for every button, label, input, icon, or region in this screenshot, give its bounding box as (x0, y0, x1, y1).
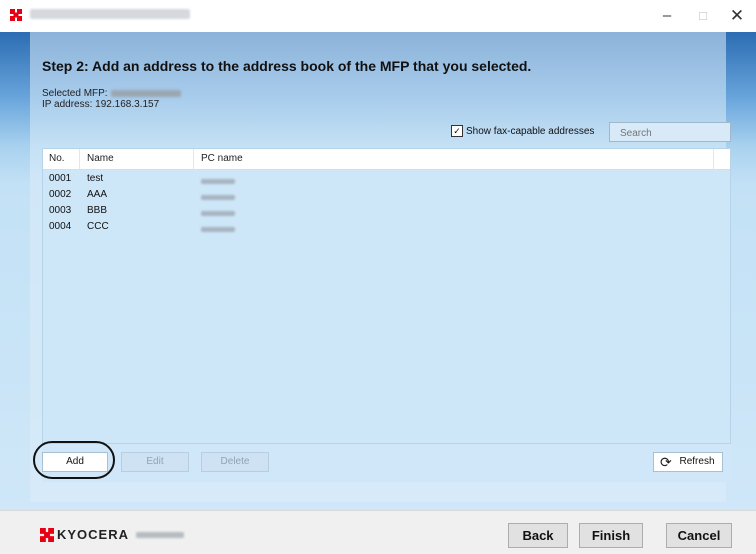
row-pc-name (201, 224, 235, 235)
version-text (136, 532, 184, 538)
close-button[interactable]: ✕ (718, 0, 756, 32)
column-header-no[interactable]: No. (49, 153, 65, 164)
minimize-button[interactable]: – (648, 0, 686, 32)
footer: KYOCERA Back Finish Cancel (0, 510, 756, 554)
row-name: AAA (87, 189, 108, 200)
row-pc-name (201, 208, 235, 219)
delete-button[interactable]: Delete (201, 452, 269, 472)
table-header: No. Name PC name (43, 149, 730, 170)
search-input[interactable] (609, 122, 731, 142)
row-name: BBB (87, 205, 108, 216)
kyocera-logo-icon (40, 527, 54, 542)
cancel-button[interactable]: Cancel (666, 523, 732, 548)
table-row[interactable]: 0001 test (43, 171, 730, 187)
row-no: 0001 (49, 173, 72, 184)
row-no: 0003 (49, 205, 72, 216)
column-divider (193, 149, 194, 169)
step-title: Step 2: Add an address to the address bo… (42, 58, 532, 74)
title-bar: – □ ✕ (0, 0, 756, 32)
column-divider (79, 149, 80, 169)
app-logo-icon (10, 9, 22, 21)
ip-address-label: IP address: 192.168.3.157 (42, 99, 160, 110)
row-no: 0002 (49, 189, 72, 200)
table-row[interactable]: 0003 BBB (43, 203, 730, 219)
table-row[interactable]: 0002 AAA (43, 187, 730, 203)
column-divider (713, 149, 714, 169)
table-row[interactable]: 0004 CCC (43, 219, 730, 235)
back-button[interactable]: Back (508, 523, 568, 548)
checkmark-icon: ✓ (451, 125, 463, 137)
refresh-label: Refresh (679, 456, 715, 467)
refresh-button[interactable]: ⟳ Refresh (653, 452, 723, 472)
refresh-icon: ⟳ (660, 454, 672, 470)
row-pc-name (201, 176, 235, 187)
highlight-ring (33, 441, 115, 479)
column-header-name[interactable]: Name (87, 153, 114, 164)
selected-mfp-line: Selected MFP: (42, 88, 181, 99)
address-table[interactable]: No. Name PC name 0001 test 0002 AAA 0003… (42, 148, 731, 444)
window-title (30, 9, 190, 19)
selected-mfp-label: Selected MFP: (42, 88, 108, 99)
row-name: CCC (87, 221, 109, 232)
selected-mfp-value (110, 89, 181, 97)
show-fax-checkbox[interactable]: ✓ Show fax-capable addresses (451, 125, 594, 137)
brand-logo: KYOCERA (40, 527, 129, 542)
row-no: 0004 (49, 221, 72, 232)
row-pc-name (201, 192, 235, 203)
column-header-pc-name[interactable]: PC name (201, 153, 243, 164)
row-name: test (87, 173, 104, 184)
edit-button[interactable]: Edit (121, 452, 189, 472)
show-fax-label: Show fax-capable addresses (466, 125, 595, 137)
finish-button[interactable]: Finish (579, 523, 643, 548)
brand-name: KYOCERA (57, 527, 130, 542)
maximize-button[interactable]: □ (684, 0, 722, 32)
